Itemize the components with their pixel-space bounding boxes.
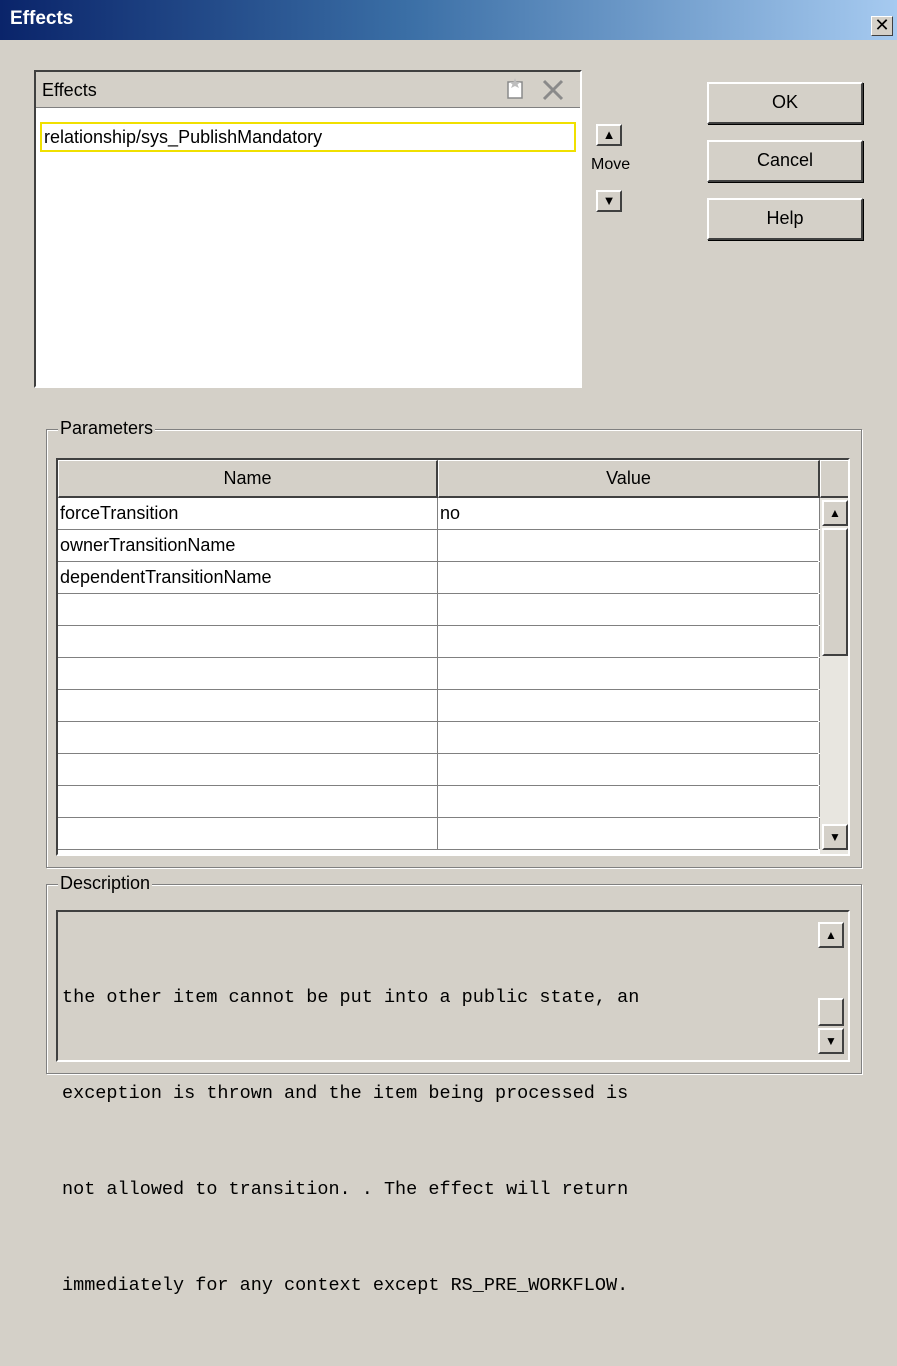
- delete-icon[interactable]: [540, 77, 566, 103]
- help-button[interactable]: Help: [707, 198, 863, 240]
- param-value-cell[interactable]: [438, 562, 820, 593]
- description-box[interactable]: the other item cannot be put into a publ…: [56, 910, 850, 1296]
- param-value-cell[interactable]: [438, 818, 820, 849]
- param-name-cell[interactable]: [58, 690, 438, 721]
- table-row[interactable]: [58, 786, 820, 818]
- parameters-legend: Parameters: [58, 418, 156, 439]
- move-down-button[interactable]: ▼: [596, 190, 622, 212]
- description-line: exception is thrown and the item being p…: [62, 1083, 629, 1104]
- column-header-value[interactable]: Value: [438, 460, 820, 498]
- param-value-cell[interactable]: [438, 626, 820, 657]
- param-value-cell[interactable]: [438, 530, 820, 561]
- scroll-up-button[interactable]: ▲: [822, 500, 848, 526]
- ok-label: OK: [771, 92, 798, 112]
- cancel-button[interactable]: Cancel: [707, 140, 863, 182]
- scroll-up-icon: ▲: [825, 928, 837, 942]
- desc-scroll-down-button[interactable]: ▼: [818, 1028, 844, 1054]
- description-line: immediately for any context except RS_PR…: [62, 1275, 629, 1296]
- cancel-label: Cancel: [756, 150, 814, 170]
- close-button[interactable]: ✕: [871, 16, 893, 36]
- window-title: Effects: [10, 8, 74, 29]
- ok-button[interactable]: OK: [707, 82, 863, 124]
- arrow-down-icon: ▼: [602, 193, 616, 208]
- effects-list-header: Effects: [36, 72, 580, 108]
- param-value-cell[interactable]: [438, 786, 820, 817]
- desc-scroll-thumb[interactable]: [818, 998, 844, 1026]
- help-label: Help: [766, 208, 804, 228]
- effects-header-label: Effects: [42, 80, 97, 100]
- param-name-cell[interactable]: ownerTransitionName: [58, 530, 438, 561]
- param-value-cell[interactable]: no: [438, 498, 820, 529]
- title-bar: Effects ✕: [0, 0, 897, 40]
- scroll-down-button[interactable]: ▼: [822, 824, 848, 850]
- table-row[interactable]: [58, 594, 820, 626]
- move-up-button[interactable]: ▲: [596, 124, 622, 146]
- scroll-thumb[interactable]: [822, 528, 848, 656]
- table-row[interactable]: [58, 722, 820, 754]
- column-header-name-label: Name: [223, 468, 272, 488]
- table-row[interactable]: [58, 690, 820, 722]
- desc-scroll-up-button[interactable]: ▲: [818, 922, 844, 948]
- close-icon: ✕: [874, 15, 890, 35]
- table-row[interactable]: dependentTransitionName: [58, 562, 820, 594]
- param-value-cell[interactable]: [438, 754, 820, 785]
- scroll-down-icon: ▼: [825, 1034, 837, 1048]
- description-legend: Description: [58, 873, 153, 894]
- move-label: Move: [591, 156, 631, 173]
- param-name-cell[interactable]: [58, 786, 438, 817]
- column-header-corner: [820, 460, 848, 498]
- parameters-table: Name Value forceTransition no ownerTransit…: [56, 458, 850, 856]
- description-line: the other item cannot be put into a publ…: [62, 987, 640, 1008]
- parameters-scrollbar[interactable]: ▲ ▼: [820, 498, 848, 854]
- scroll-down-icon: ▼: [829, 830, 841, 844]
- param-value-cell[interactable]: [438, 658, 820, 689]
- table-row[interactable]: [58, 754, 820, 786]
- param-name-cell[interactable]: [58, 722, 438, 753]
- table-row[interactable]: [58, 658, 820, 690]
- param-name-cell[interactable]: forceTransition: [58, 498, 438, 529]
- effect-item-label: relationship/sys_PublishMandatory: [44, 127, 323, 147]
- param-name-cell[interactable]: [58, 594, 438, 625]
- description-line: not allowed to transition. . The effect …: [62, 1179, 629, 1200]
- list-item[interactable]: relationship/sys_PublishMandatory: [40, 122, 576, 152]
- arrow-up-icon: ▲: [602, 127, 616, 142]
- description-text: the other item cannot be put into a publ…: [62, 918, 812, 1366]
- table-row[interactable]: [58, 818, 820, 850]
- param-value-cell[interactable]: [438, 690, 820, 721]
- param-name-cell[interactable]: [58, 754, 438, 785]
- scroll-up-icon: ▲: [829, 506, 841, 520]
- table-row[interactable]: ownerTransitionName: [58, 530, 820, 562]
- effects-list-panel: Effects relationship/sys_PublishMandator…: [34, 70, 582, 388]
- param-value-cell[interactable]: [438, 594, 820, 625]
- table-row[interactable]: forceTransition no: [58, 498, 820, 530]
- column-header-value-label: Value: [606, 468, 651, 488]
- description-scrollbar[interactable]: ▲ ▼: [816, 914, 846, 1058]
- param-name-cell[interactable]: [58, 626, 438, 657]
- param-name-cell[interactable]: [58, 818, 438, 849]
- column-header-name[interactable]: Name: [58, 460, 438, 498]
- param-name-cell[interactable]: dependentTransitionName: [58, 562, 438, 593]
- table-row[interactable]: [58, 626, 820, 658]
- new-item-icon[interactable]: [502, 77, 528, 103]
- param-value-cell[interactable]: [438, 722, 820, 753]
- param-name-cell[interactable]: [58, 658, 438, 689]
